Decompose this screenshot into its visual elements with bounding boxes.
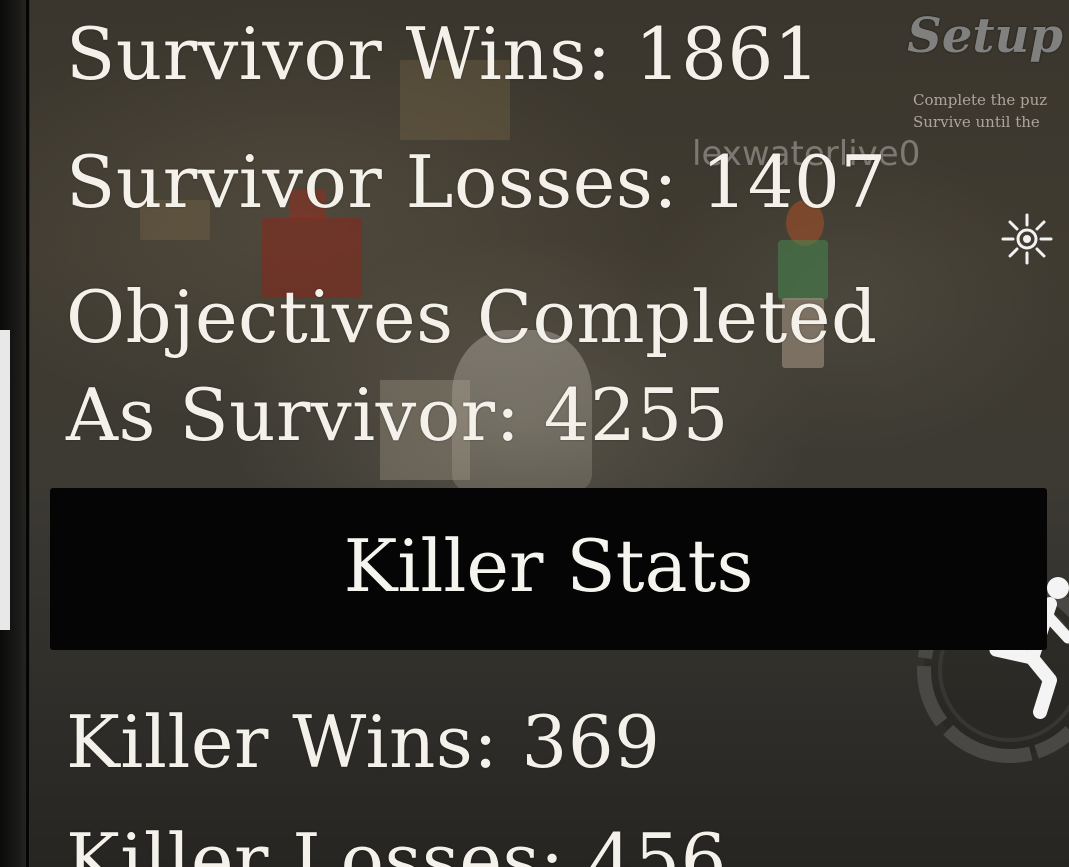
left-divider [26,0,29,867]
round-phase-title: Setup [907,8,1063,64]
game-screen: Setup Complete the puz Survive until the… [0,0,1069,867]
survivor-wins-stat: Survivor Wins: 1861 [66,12,821,96]
killer-wins-stat: Killer Wins: 369 [66,700,661,784]
killer-losses-stat: Killer Losses: 456 [66,818,727,867]
objective-text: Survive until the [913,113,1040,131]
objective-text: Complete the puz [913,91,1048,109]
gear-icon[interactable] [1000,212,1054,266]
survivor-losses-stat: Survivor Losses: 1407 [66,140,887,224]
objectives-completed-stat: Objectives Completed As Survivor: 4255 [66,275,878,457]
section-title: Killer Stats [343,524,754,608]
